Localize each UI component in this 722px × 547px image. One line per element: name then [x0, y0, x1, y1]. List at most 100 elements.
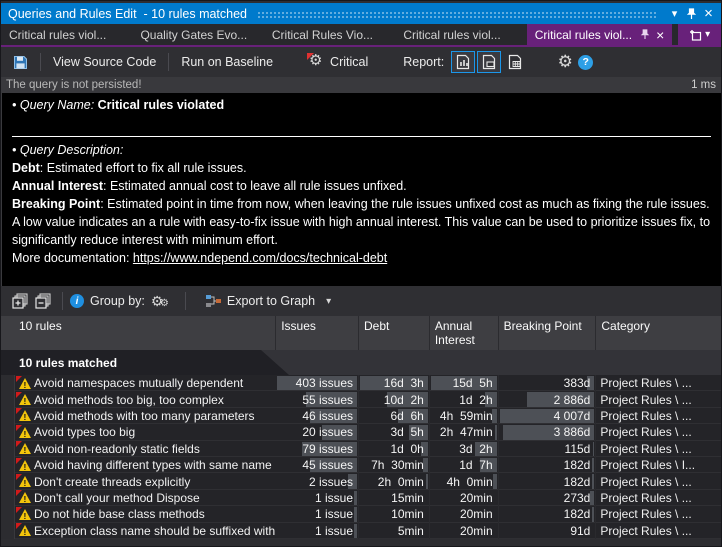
breaking-point-cell[interactable]: 273d [499, 489, 597, 507]
rule-name[interactable]: Don't call your method Dispose [34, 491, 276, 505]
debt-cell[interactable]: 2h 0min [359, 473, 430, 490]
issues-cell[interactable]: 1 issue [276, 506, 360, 523]
debt-cell[interactable]: 10min [359, 506, 430, 523]
run-on-baseline-button[interactable]: Run on Baseline [176, 52, 278, 72]
breaking-point-cell[interactable]: 182d [499, 473, 597, 490]
report-table-button[interactable] [503, 51, 527, 73]
annual-interest-cell[interactable]: 2h 47min [430, 424, 499, 441]
group-tab-rules-matched[interactable]: 10 rules matched [1, 350, 289, 375]
new-query-tab-button[interactable] [678, 24, 721, 45]
column-header-annual-interest[interactable]: Annual Interest [430, 316, 499, 350]
category-cell[interactable]: Project Rules \ ... [596, 475, 721, 489]
annual-interest-cell[interactable]: 3d 2h [430, 440, 499, 457]
annual-interest-cell[interactable]: 20min [430, 489, 499, 507]
table-row[interactable]: Don't create threads explicitly 2 issues… [1, 473, 721, 490]
debt-cell[interactable]: 15min [359, 489, 430, 507]
save-button[interactable] [8, 51, 32, 73]
issues-cell[interactable]: 45 issues [276, 456, 360, 474]
category-cell[interactable]: Project Rules \ ... [596, 425, 721, 439]
issues-cell[interactable]: 46 issues [276, 407, 360, 425]
annual-interest-cell[interactable]: 15d 5h [430, 375, 499, 392]
rule-name[interactable]: Avoid namespaces mutually dependent [34, 376, 276, 390]
debt-cell[interactable]: 16d 3h [359, 375, 430, 392]
expand-all-button[interactable] [12, 292, 29, 310]
rule-name[interactable]: Exception class name should be suffixed … [34, 524, 276, 538]
documentation-link[interactable]: https://www.ndepend.com/docs/technical-d… [133, 251, 387, 265]
debt-cell[interactable]: 1d 0h [359, 440, 430, 457]
issues-cell[interactable]: 1 issue [276, 522, 360, 539]
collapse-all-button[interactable] [35, 292, 52, 310]
table-row[interactable]: Avoid methods with too many parameters 4… [1, 407, 721, 425]
view-source-code-button[interactable]: View Source Code [48, 52, 161, 72]
breaking-point-cell[interactable]: 91d [499, 522, 597, 539]
breaking-point-cell[interactable]: 4 007d [499, 407, 597, 425]
export-to-graph-button[interactable]: Export to Graph [200, 291, 336, 311]
close-icon[interactable] [656, 29, 664, 41]
category-cell[interactable]: Project Rules \ ... [596, 491, 721, 505]
tab-critical-rules-3[interactable]: Critical Rules Vio... [264, 24, 395, 45]
annual-interest-cell[interactable]: 1d 7h [430, 456, 499, 474]
breaking-point-cell[interactable]: 3 886d [499, 424, 597, 441]
annual-interest-cell[interactable]: 4h 59min [430, 407, 499, 425]
column-header-debt[interactable]: Debt [359, 316, 430, 350]
issues-cell[interactable]: 20 issues [276, 424, 360, 441]
issues-cell[interactable]: 55 issues [276, 391, 360, 408]
debt-cell[interactable]: 3d 5h [359, 424, 430, 441]
category-cell[interactable]: Project Rules \ I... [596, 458, 721, 472]
pin-icon[interactable] [683, 6, 700, 22]
window-position-caret-icon[interactable] [666, 6, 683, 22]
tab-critical-rules-1[interactable]: Critical rules viol... [1, 24, 132, 45]
debt-cell[interactable]: 7h 30min [359, 456, 430, 474]
title-drag-grip[interactable] [257, 10, 658, 20]
pin-icon[interactable] [640, 29, 650, 40]
breaking-point-cell[interactable]: 182d [499, 506, 597, 523]
category-cell[interactable]: Project Rules \ ... [596, 376, 721, 390]
help-icon[interactable] [578, 54, 594, 70]
rule-name[interactable]: Avoid types too big [34, 425, 276, 439]
category-cell[interactable]: Project Rules \ ... [596, 393, 721, 407]
column-header-category[interactable]: Category [596, 316, 721, 350]
table-row[interactable]: Do not hide base class methods 1 issue 1… [1, 506, 721, 523]
issues-cell[interactable]: 1 issue [276, 489, 360, 507]
table-row[interactable]: Exception class name should be suffixed … [1, 522, 721, 539]
tab-critical-rules-2[interactable]: Quality Gates Evo... [132, 24, 263, 45]
category-cell[interactable]: Project Rules \ ... [596, 507, 721, 521]
debt-cell[interactable]: 5min [359, 522, 430, 539]
info-icon[interactable] [70, 294, 84, 308]
annual-interest-cell[interactable]: 4h 0min [430, 473, 499, 490]
column-header-breaking-point[interactable]: Breaking Point [499, 316, 597, 350]
rule-name[interactable]: Avoid methods too big, too complex [34, 393, 276, 407]
breaking-point-cell[interactable]: 2 886d [499, 391, 597, 408]
table-row[interactable]: Avoid non-readonly static fields 79 issu… [1, 440, 721, 457]
breaking-point-cell[interactable]: 115d [499, 440, 597, 457]
rule-name[interactable]: Do not hide base class methods [34, 507, 276, 521]
issues-cell[interactable]: 2 issues [276, 473, 360, 490]
issues-cell[interactable]: 79 issues [276, 440, 360, 457]
critical-toggle-button[interactable]: Critical [302, 51, 373, 73]
group-by-gears-button[interactable] [151, 293, 171, 310]
settings-button[interactable] [553, 51, 577, 73]
annual-interest-cell[interactable]: 1d 2h [430, 391, 499, 408]
table-row[interactable]: Avoid having different types with same n… [1, 456, 721, 474]
category-cell[interactable]: Project Rules \ ... [596, 442, 721, 456]
annual-interest-cell[interactable]: 20min [430, 522, 499, 539]
table-row[interactable]: Avoid types too big 20 issues 3d 5h 2h 4… [1, 424, 721, 441]
breaking-point-cell[interactable]: 182d [499, 456, 597, 474]
category-cell[interactable]: Project Rules \ ... [596, 524, 721, 538]
tab-critical-rules-5[interactable]: Critical rules viol... [526, 24, 673, 45]
column-header-issues[interactable]: Issues [276, 316, 359, 350]
table-row[interactable]: Don't call your method Dispose 1 issue 1… [1, 489, 721, 507]
column-header-rules[interactable]: 10 rules [1, 316, 277, 350]
breaking-point-cell[interactable]: 383d [499, 375, 597, 392]
rule-name[interactable]: Don't create threads explicitly [34, 475, 276, 489]
issues-cell[interactable]: 403 issues [276, 375, 360, 392]
table-row[interactable]: Avoid methods too big, too complex 55 is… [1, 391, 721, 408]
debt-cell[interactable]: 6d 6h [359, 407, 430, 425]
tab-critical-rules-4[interactable]: Critical rules viol... [395, 24, 526, 45]
report-chart-button[interactable] [451, 51, 476, 73]
rule-name[interactable]: Avoid non-readonly static fields [34, 442, 276, 456]
rule-name[interactable]: Avoid methods with too many parameters [34, 409, 276, 423]
debt-cell[interactable]: 10d 2h [359, 391, 430, 408]
table-row[interactable]: Avoid namespaces mutually dependent 403 … [1, 375, 721, 392]
report-export-button[interactable] [477, 51, 502, 73]
